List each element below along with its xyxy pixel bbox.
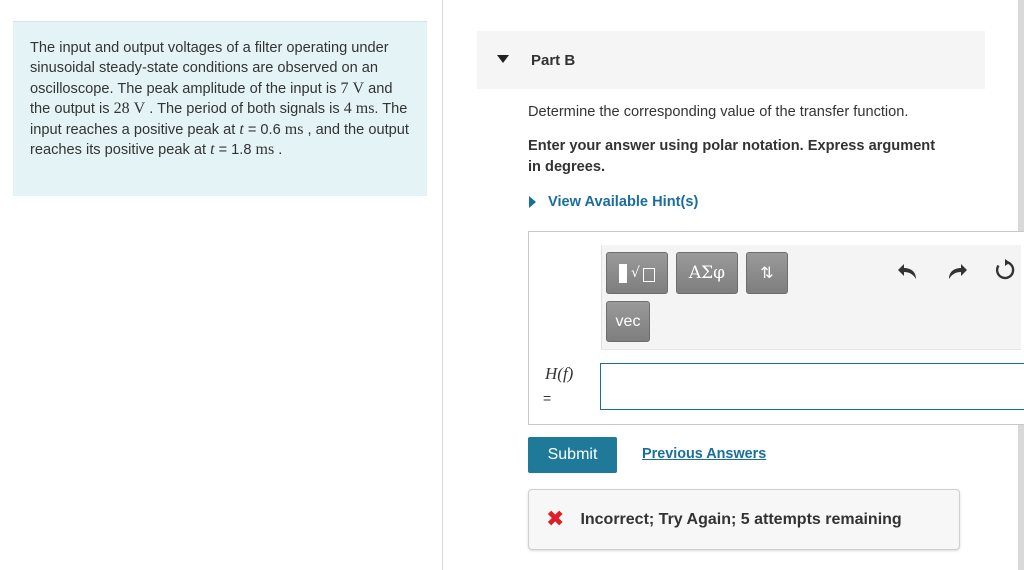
undo-icon[interactable] <box>897 261 919 284</box>
templates-button[interactable]: √ <box>606 252 668 294</box>
collapse-caret-icon[interactable] <box>497 55 509 63</box>
incorrect-icon: ✖ <box>546 506 565 532</box>
problem-text: The input and output voltages of a filte… <box>30 40 389 97</box>
view-hints-toggle[interactable]: View Available Hint(s) <box>529 194 698 210</box>
instruction-format: Enter your answer using polar notation. … <box>528 138 936 175</box>
output-amplitude-value: 28 <box>113 100 130 118</box>
expand-caret-icon <box>529 196 536 208</box>
problem-statement: The input and output voltages of a filte… <box>13 21 427 196</box>
part-header[interactable]: Part B <box>477 31 985 89</box>
unit-volts: V <box>352 79 365 97</box>
redo-icon[interactable] <box>946 261 968 284</box>
problem-text: . The period of both signals is <box>145 101 344 118</box>
vec-button[interactable]: vec <box>606 301 650 342</box>
unit-ms: ms <box>355 100 375 118</box>
part-title: Part B <box>531 52 576 69</box>
template-box-icon <box>619 263 628 283</box>
input-amplitude-value: 7 <box>340 79 349 97</box>
unit-ms: ms <box>284 120 304 138</box>
problem-pane: The input and output voltages of a filte… <box>0 0 443 570</box>
sort-arrows-button[interactable]: ⇅ <box>746 252 788 294</box>
answer-input[interactable] <box>600 363 1024 410</box>
reset-icon[interactable] <box>994 259 1016 285</box>
unit-volts: V <box>133 100 146 118</box>
unit-ms: ms <box>255 141 275 159</box>
problem-text: . <box>274 142 283 159</box>
feedback-box: ✖ Incorrect; Try Again; 5 attempts remai… <box>528 489 960 550</box>
previous-answers-link[interactable]: Previous Answers <box>642 446 766 462</box>
template-placeholder-icon <box>642 268 655 282</box>
variable-label: H(f) <box>545 364 574 383</box>
view-hints-label: View Available Hint(s) <box>548 194 699 210</box>
instruction-text: Determine the corresponding value of the… <box>528 104 909 120</box>
feedback-text: Incorrect; Try Again; 5 attempts remaini… <box>580 510 902 528</box>
sqrt-icon: √ <box>631 265 640 281</box>
problem-text: = 1.8 <box>214 142 256 159</box>
period-value: 4 <box>343 100 352 118</box>
greek-symbols-button[interactable]: ΑΣφ <box>676 252 738 294</box>
equals-label: = <box>543 390 552 406</box>
submit-button[interactable]: Submit <box>528 437 617 473</box>
answer-box: √ ΑΣφ ⇅ vec H(f) = <box>528 231 1024 425</box>
problem-text: = 0.6 <box>243 121 285 138</box>
math-toolbar: √ ΑΣφ ⇅ vec <box>601 245 1021 350</box>
